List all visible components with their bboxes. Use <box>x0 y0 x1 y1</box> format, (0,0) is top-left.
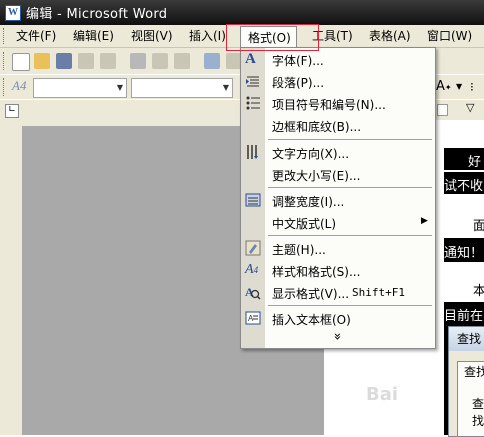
menu-item-label: 调整宽度(I)... <box>272 195 345 209</box>
watermark: Bai <box>366 384 399 405</box>
document-text-block[interactable]: 好 <box>444 148 484 170</box>
title-bar: W 编辑 - Microsoft Word <box>0 0 484 25</box>
menu-file[interactable]: 文件(F) <box>16 28 56 44</box>
tab-selector[interactable]: ∟ <box>5 104 19 118</box>
document-text: 面 <box>473 219 484 234</box>
menu-item-change-case[interactable]: 更改大小写(E)... <box>241 163 435 185</box>
menu-item-text-direction[interactable]: 文字方向(X)... <box>241 141 435 163</box>
document-text-block[interactable]: 试不收 <box>444 172 484 194</box>
menu-item-label: 样式和格式(S)... <box>272 265 361 279</box>
ruler-indent-marker[interactable] <box>437 104 448 116</box>
menu-bar-grip[interactable] <box>3 28 7 44</box>
tab-find[interactable]: 查找 <box>457 361 484 382</box>
menu-item-shortcut: Shift+F1 <box>352 286 405 299</box>
menu-table[interactable]: 表格(A) <box>369 28 411 44</box>
menu-item-borders-shading[interactable]: 边框和底纹(B)... <box>241 114 435 136</box>
document-text: 好 <box>468 155 482 170</box>
menu-item-adjust-width[interactable]: 调整宽度(I)... <box>241 189 435 211</box>
document-text: 本 <box>473 284 484 299</box>
menu-separator <box>268 139 432 140</box>
menu-item-bullets-numbering[interactable]: 项目符号和编号(N)... <box>241 92 435 114</box>
menu-separator <box>268 305 432 306</box>
text-direction-icon <box>245 144 261 160</box>
menu-expand[interactable]: » <box>241 329 435 347</box>
paragraph-icon <box>245 73 261 89</box>
style-pane-icon[interactable]: A4 <box>12 78 26 94</box>
menu-window[interactable]: 窗口(W) <box>427 28 472 44</box>
highlight-icon[interactable]: A✦ <box>436 79 452 95</box>
menu-item-font[interactable]: A 字体(F)... <box>241 48 435 70</box>
find-dialog-title: 查找 <box>449 327 484 351</box>
print-icon[interactable] <box>130 53 146 69</box>
research-icon[interactable] <box>174 53 190 69</box>
document-text: 试不收 <box>444 179 484 194</box>
menu-item-theme[interactable]: 主题(H)... <box>241 237 435 259</box>
menu-item-label: 字体(F)... <box>272 54 324 68</box>
toolbar-grip[interactable] <box>3 52 7 70</box>
word-app-icon[interactable]: W <box>5 4 21 21</box>
adjust-width-icon <box>245 192 261 208</box>
menu-item-chinese-layout[interactable]: 中文版式(L) ▶ <box>241 211 435 233</box>
expand-chevron-icon: » <box>329 332 345 341</box>
ruler-indent-icon[interactable]: ▽ <box>466 101 474 114</box>
menu-item-label: 插入文本框(O) <box>272 313 351 327</box>
menu-item-label: 中文版式(L) <box>272 217 337 231</box>
toolbar-options-icon[interactable]: ⁝ <box>470 79 480 95</box>
spelling-icon[interactable] <box>204 53 220 69</box>
find-what-label: 查找 <box>472 397 484 428</box>
styles-icon: A4 <box>245 262 259 277</box>
bullets-icon <box>245 95 261 111</box>
menu-separator <box>268 235 432 236</box>
font-A-icon: A <box>245 51 256 67</box>
menu-item-insert-textbox[interactable]: A 插入文本框(O) <box>241 307 435 329</box>
reveal-formatting-icon: A <box>245 284 261 300</box>
font-combo[interactable]: ▼ <box>131 78 233 98</box>
menu-item-styles-formatting[interactable]: A4 样式和格式(S)... <box>241 259 435 281</box>
chevron-down-icon[interactable]: ▼ <box>114 79 126 97</box>
submenu-arrow-icon: ▶ <box>421 216 428 226</box>
document-text: 通知！ <box>444 246 484 261</box>
print-preview-icon[interactable] <box>152 53 168 69</box>
find-dialog[interactable]: 查找 查找 查找 <box>448 326 484 437</box>
style-combo[interactable]: ▼ <box>33 78 127 98</box>
menu-insert[interactable]: 插入(I) <box>189 28 226 44</box>
menu-edit[interactable]: 编辑(E) <box>73 28 114 44</box>
document-text-block[interactable]: 目前在 <box>444 302 484 324</box>
save-icon[interactable] <box>56 53 72 69</box>
email-icon[interactable] <box>100 53 116 69</box>
textbox-icon: A <box>245 310 261 326</box>
menu-item-label: 段落(P)... <box>272 76 325 90</box>
permission-icon[interactable] <box>78 53 94 69</box>
menu-view[interactable]: 视图(V) <box>131 28 173 44</box>
find-tab-panel: 查找 <box>457 381 484 436</box>
document-text-block[interactable]: 通知！ <box>444 238 484 262</box>
menu-item-label: 更改大小写(E)... <box>272 169 361 183</box>
document-text: 目前在 <box>444 309 484 324</box>
menu-item-label: 显示格式(V)... <box>272 287 350 301</box>
open-folder-icon[interactable] <box>34 53 50 69</box>
chevron-down-icon[interactable]: ▼ <box>220 79 232 97</box>
menu-separator <box>268 187 432 188</box>
menu-item-label: 项目符号和编号(N)... <box>272 98 386 112</box>
toolbar-grip[interactable] <box>3 78 7 96</box>
menu-item-label: 主题(H)... <box>272 243 326 257</box>
theme-icon <box>245 240 261 256</box>
format-menu-highlight <box>226 24 319 51</box>
menu-item-reveal-formatting[interactable]: A 显示格式(V)... Shift+F1 <box>241 281 435 303</box>
new-document-icon[interactable] <box>12 53 30 71</box>
window-title: 编辑 - Microsoft Word <box>26 7 168 22</box>
menu-item-paragraph[interactable]: 段落(P)... <box>241 70 435 92</box>
format-dropdown-menu: A 字体(F)... 段落(P)... 项目符号和编号(N)... 边框和底纹(… <box>240 47 436 349</box>
menu-item-label: 边框和底纹(B)... <box>272 120 362 134</box>
menu-item-label: 文字方向(X)... <box>272 147 350 161</box>
